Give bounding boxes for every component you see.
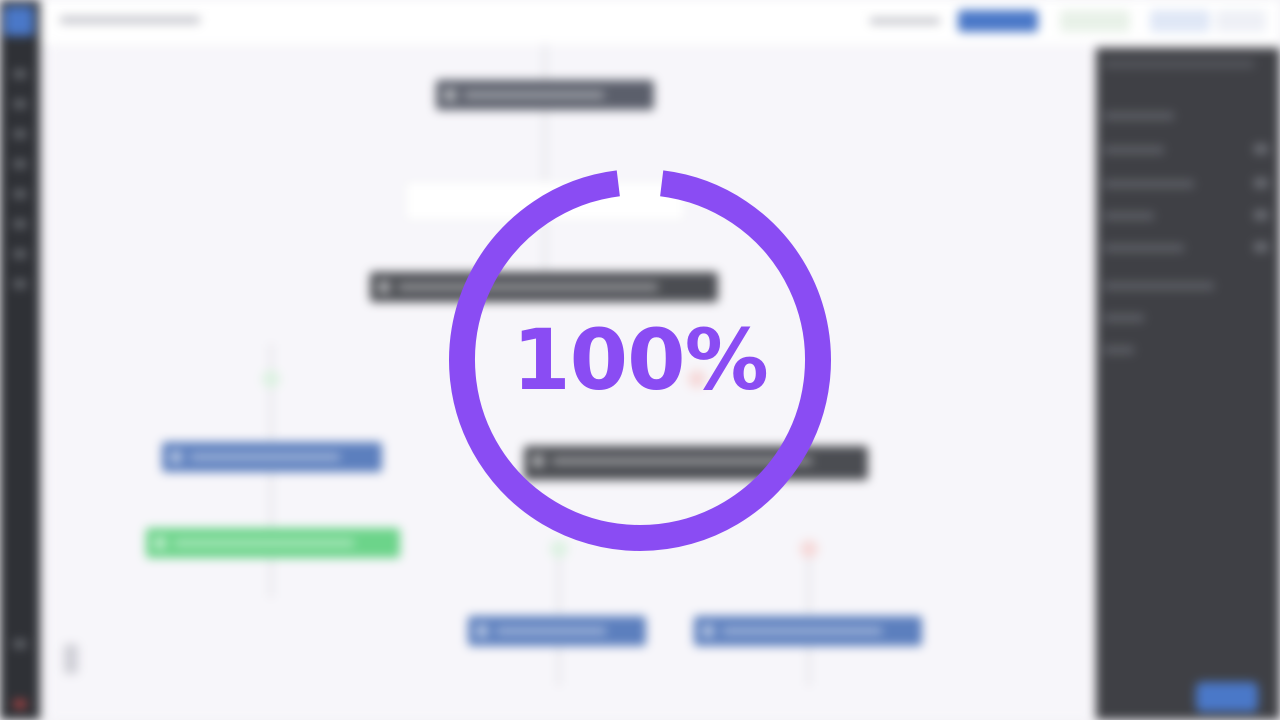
loading-overlay: 100%: [0, 0, 1280, 720]
progress-percentage: 100%: [512, 311, 769, 409]
